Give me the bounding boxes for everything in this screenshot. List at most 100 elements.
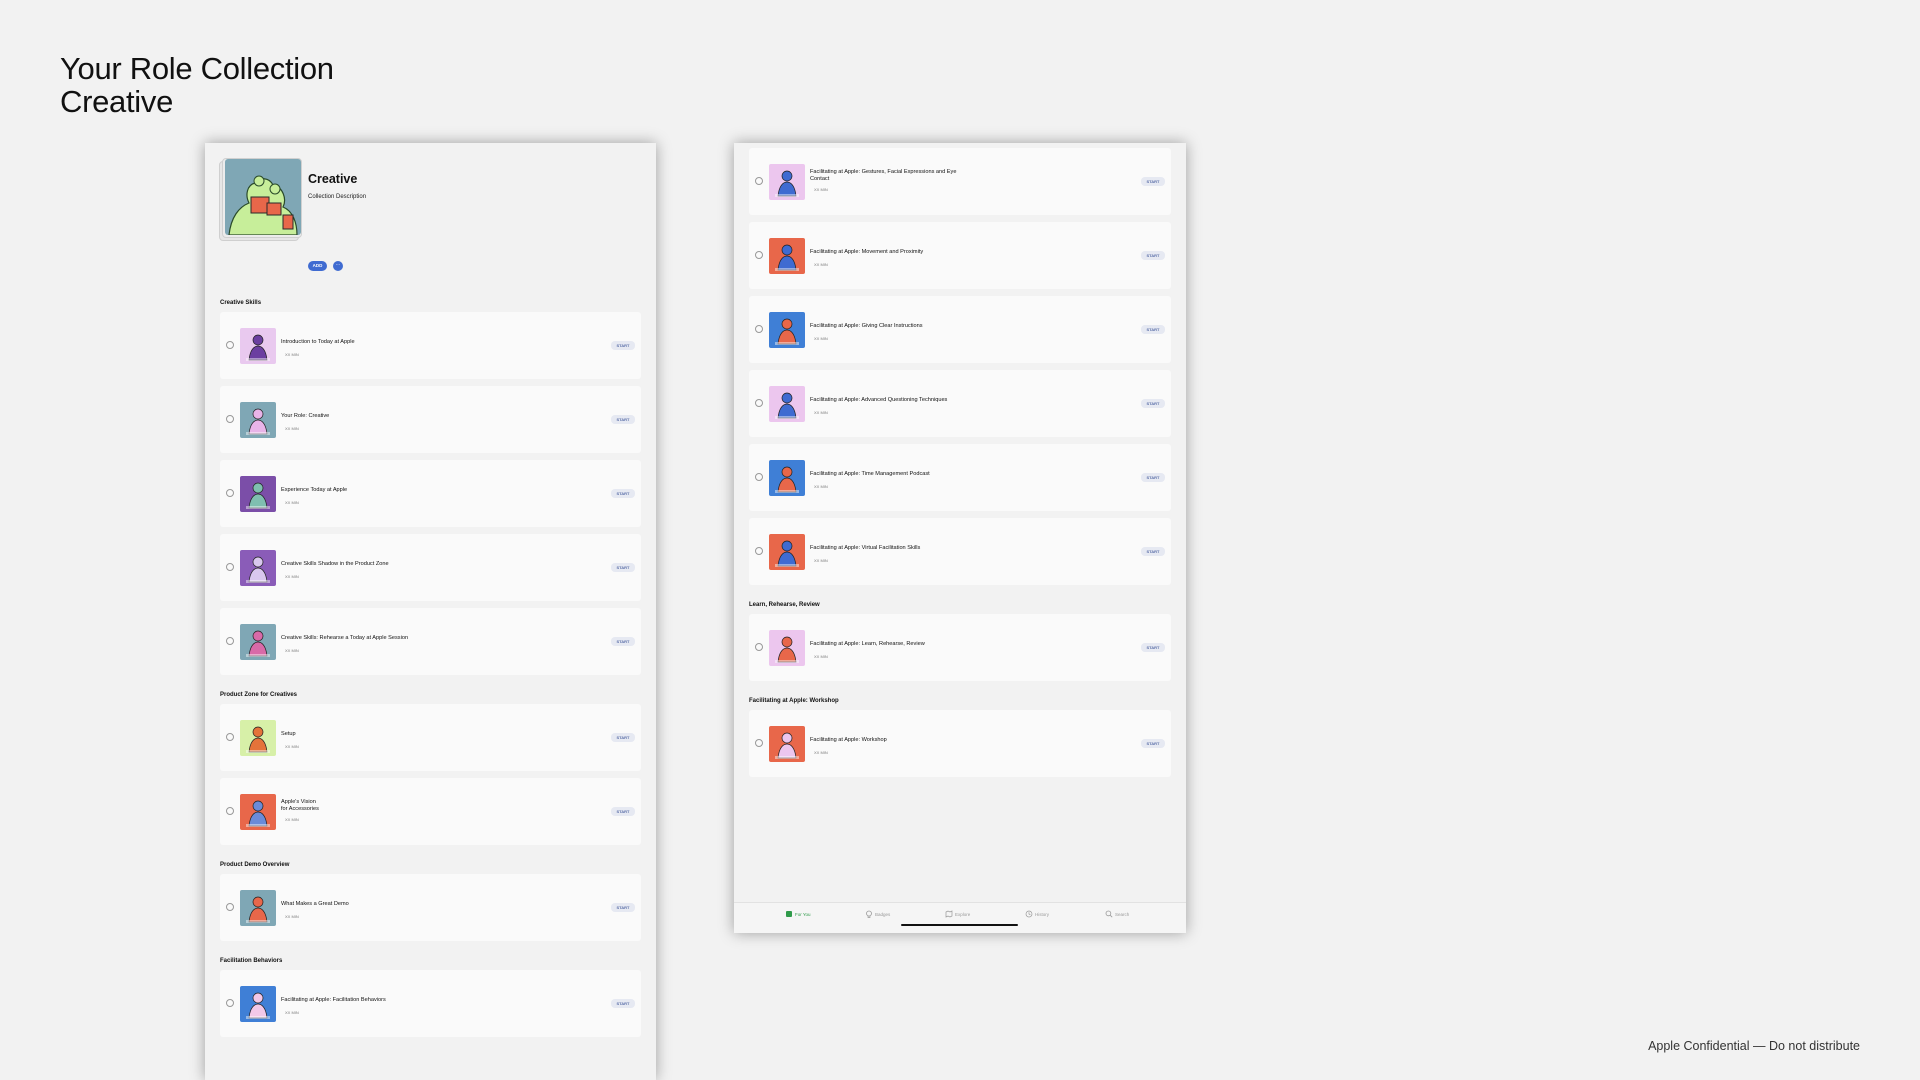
start-button[interactable]: START (1141, 177, 1165, 186)
module-card[interactable]: Facilitating at Apple: Giving Clear Inst… (749, 296, 1171, 363)
module-card[interactable]: Experience Today at Apple XX MIN START (220, 460, 641, 527)
module-duration: XX MIN (814, 484, 828, 489)
module-thumbnail (769, 312, 805, 348)
completion-radio[interactable] (755, 547, 763, 555)
module-card[interactable]: Facilitating at Apple: Advanced Question… (749, 370, 1171, 437)
start-button[interactable]: START (611, 341, 635, 350)
module-thumbnail (240, 986, 276, 1022)
completion-radio[interactable] (226, 489, 234, 497)
module-card[interactable]: Facilitating at Apple: Virtual Facilitat… (749, 518, 1171, 585)
completion-radio[interactable] (226, 807, 234, 815)
module-card[interactable]: Your Role: Creative XX MIN START (220, 386, 641, 453)
device-screen-right: Facilitating at Apple: Gestures, Facial … (734, 143, 1186, 933)
module-title-line2: for Accessories (281, 806, 319, 812)
module-duration: XX MIN (285, 352, 299, 357)
module-duration: XX MIN (814, 654, 828, 659)
module-duration: XX MIN (285, 817, 299, 822)
module-duration: XX MIN (285, 500, 299, 505)
module-card[interactable]: Setup XX MIN START (220, 704, 641, 771)
module-thumbnail (769, 386, 805, 422)
collection-title: Creative (308, 172, 358, 186)
tab-history[interactable]: History (1025, 910, 1049, 918)
module-title: Facilitating at Apple: Giving Clear Inst… (810, 323, 923, 329)
more-options-button[interactable]: ··· (333, 261, 343, 271)
section-header: Learn, Rehearse, Review (734, 592, 1186, 614)
module-thumbnail (769, 534, 805, 570)
completion-radio[interactable] (755, 177, 763, 185)
tab-label: History (1035, 911, 1050, 917)
completion-radio[interactable] (755, 325, 763, 333)
module-card[interactable]: Facilitating at Apple: Time Management P… (749, 444, 1171, 511)
module-thumbnail (769, 726, 805, 762)
tab-explore[interactable]: Explore (945, 910, 970, 918)
completion-radio[interactable] (226, 341, 234, 349)
module-card[interactable]: Facilitating at Apple: Learn, Rehearse, … (749, 614, 1171, 681)
start-button[interactable]: START (1141, 473, 1165, 482)
start-button[interactable]: START (1141, 251, 1165, 260)
module-card[interactable]: Facilitating at Apple: Gestures, Facial … (749, 148, 1171, 215)
module-card[interactable]: What Makes a Great Demo XX MIN START (220, 874, 641, 941)
module-duration: XX MIN (285, 426, 299, 431)
device-screen-left: Creative Collection Description ADD ··· … (205, 143, 656, 1080)
completion-radio[interactable] (755, 473, 763, 481)
module-card[interactable]: Creative Skills Shadow in the Product Zo… (220, 534, 641, 601)
module-title-line1: Facilitating at Apple: Gestures, Facial … (810, 169, 957, 175)
page-title-line1: Your Role Collection (60, 51, 334, 86)
completion-radio[interactable] (226, 563, 234, 571)
collection-header: Creative Collection Description ADD ··· (205, 143, 656, 290)
section-title: Facilitation Behaviors (220, 958, 283, 964)
start-button[interactable]: START (611, 733, 635, 742)
tab-badges[interactable]: Badges (865, 910, 890, 918)
completion-radio[interactable] (755, 399, 763, 407)
module-duration: XX MIN (285, 744, 299, 749)
module-card[interactable]: Apple's Vision for Accessories XX MIN START (220, 778, 641, 845)
completion-radio[interactable] (226, 415, 234, 423)
tab-for-you[interactable]: For You (785, 910, 811, 918)
start-button[interactable]: START (1141, 547, 1165, 556)
start-button[interactable]: START (611, 637, 635, 646)
add-button[interactable]: ADD (308, 261, 327, 271)
module-thumbnail (769, 164, 805, 200)
completion-radio[interactable] (226, 733, 234, 741)
collection-hero-image (225, 159, 301, 235)
module-thumbnail (240, 794, 276, 830)
module-card[interactable]: Introduction to Today at Apple XX MIN STAR… (220, 312, 641, 379)
module-duration: XX MIN (285, 648, 299, 653)
module-card[interactable]: Creative Skills: Rehearse a Today at App… (220, 608, 641, 675)
module-title: Setup (281, 731, 296, 737)
module-title: Facilitating at Apple: Gestures, Facial … (810, 169, 1030, 183)
start-button[interactable]: START (611, 807, 635, 816)
start-button[interactable]: START (611, 415, 635, 424)
start-button[interactable]: START (611, 999, 635, 1008)
start-button[interactable]: START (1141, 739, 1165, 748)
completion-radio[interactable] (226, 999, 234, 1007)
for-you-icon (786, 911, 792, 917)
module-duration: XX MIN (814, 410, 828, 415)
module-duration: XX MIN (814, 187, 828, 192)
module-card[interactable]: Facilitating at Apple: Movement and Prox… (749, 222, 1171, 289)
start-button[interactable]: START (611, 903, 635, 912)
module-duration: XX MIN (814, 336, 828, 341)
completion-radio[interactable] (755, 739, 763, 747)
tab-label: For You (795, 911, 811, 917)
start-button[interactable]: START (1141, 643, 1165, 652)
section-title: Product Demo Overview (220, 862, 290, 868)
start-button[interactable]: START (1141, 399, 1165, 408)
badge-icon (866, 910, 872, 918)
start-button[interactable]: START (611, 489, 635, 498)
start-button[interactable]: START (611, 563, 635, 572)
module-title: Creative Skills Shadow in the Product Zo… (281, 561, 389, 567)
section-title: Product Zone for Creatives (220, 692, 298, 698)
module-card[interactable]: Facilitating at Apple: Workshop XX MIN STA… (749, 710, 1171, 777)
section-title: Creative Skills (220, 300, 262, 306)
module-title: Facilitating at Apple: Time Management P… (810, 471, 930, 477)
module-card[interactable]: Facilitating at Apple: Facilitation Beha… (220, 970, 641, 1037)
page-title-line2: Creative (60, 84, 174, 119)
completion-radio[interactable] (755, 643, 763, 651)
tab-search[interactable]: Search (1105, 910, 1129, 918)
module-duration: XX MIN (285, 914, 299, 919)
completion-radio[interactable] (226, 903, 234, 911)
start-button[interactable]: START (1141, 325, 1165, 334)
completion-radio[interactable] (755, 251, 763, 259)
completion-radio[interactable] (226, 637, 234, 645)
